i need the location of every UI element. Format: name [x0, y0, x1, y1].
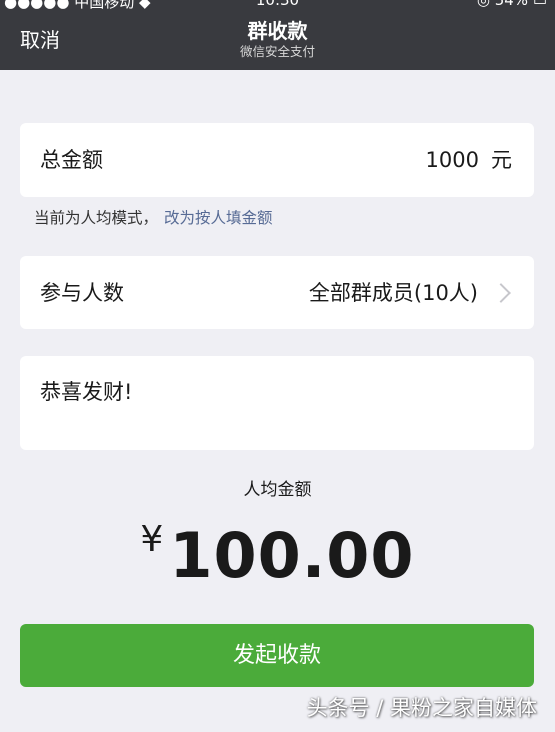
status-bar: ●●●●● 中国移动 ◆ 10:30 ◎ 54% ▭: [0, 0, 555, 10]
currency-unit: 元: [491, 148, 512, 172]
note-input[interactable]: 恭喜发财!: [20, 356, 534, 450]
watermark: 头条号 / 果粉之家自媒体: [306, 696, 537, 720]
participants-label: 参与人数: [40, 280, 124, 305]
page-subtitle: 微信安全支付: [239, 44, 315, 59]
total-amount-row[interactable]: 总金额 1000 元: [20, 123, 534, 197]
page-title: 群收款: [247, 19, 308, 43]
nav-bar: 取消 群收款 微信安全支付: [0, 10, 555, 70]
total-amount-label: 总金额: [40, 148, 103, 172]
per-person-amount: ¥100.00: [0, 516, 555, 596]
note-text[interactable]: 恭喜发财!: [40, 378, 132, 406]
mode-hint: 当前为人均模式， 改为按人填金额: [34, 208, 273, 228]
battery-indicator: ◎ 54% ▭: [476, 0, 547, 9]
per-person-label: 人均金额: [243, 480, 312, 500]
total-amount-field[interactable]: 1000 元: [426, 146, 512, 174]
switch-mode-link[interactable]: 改为按人填金额: [164, 209, 273, 227]
chevron-right-icon: [491, 282, 511, 303]
per-person-amount-value: 100.00: [169, 519, 415, 592]
mode-hint-text: 当前为人均模式，: [34, 209, 159, 227]
participants-row[interactable]: 参与人数 全部群成员(10人): [20, 256, 534, 329]
currency-symbol: ¥: [140, 519, 164, 560]
nav-title-group: 群收款 微信安全支付: [0, 18, 555, 60]
start-collection-button[interactable]: 发起收款: [20, 624, 534, 687]
participants-value: 全部群成员(10人): [308, 280, 478, 305]
status-time: 10:30: [255, 0, 300, 9]
total-amount-value: 1000: [425, 148, 479, 172]
